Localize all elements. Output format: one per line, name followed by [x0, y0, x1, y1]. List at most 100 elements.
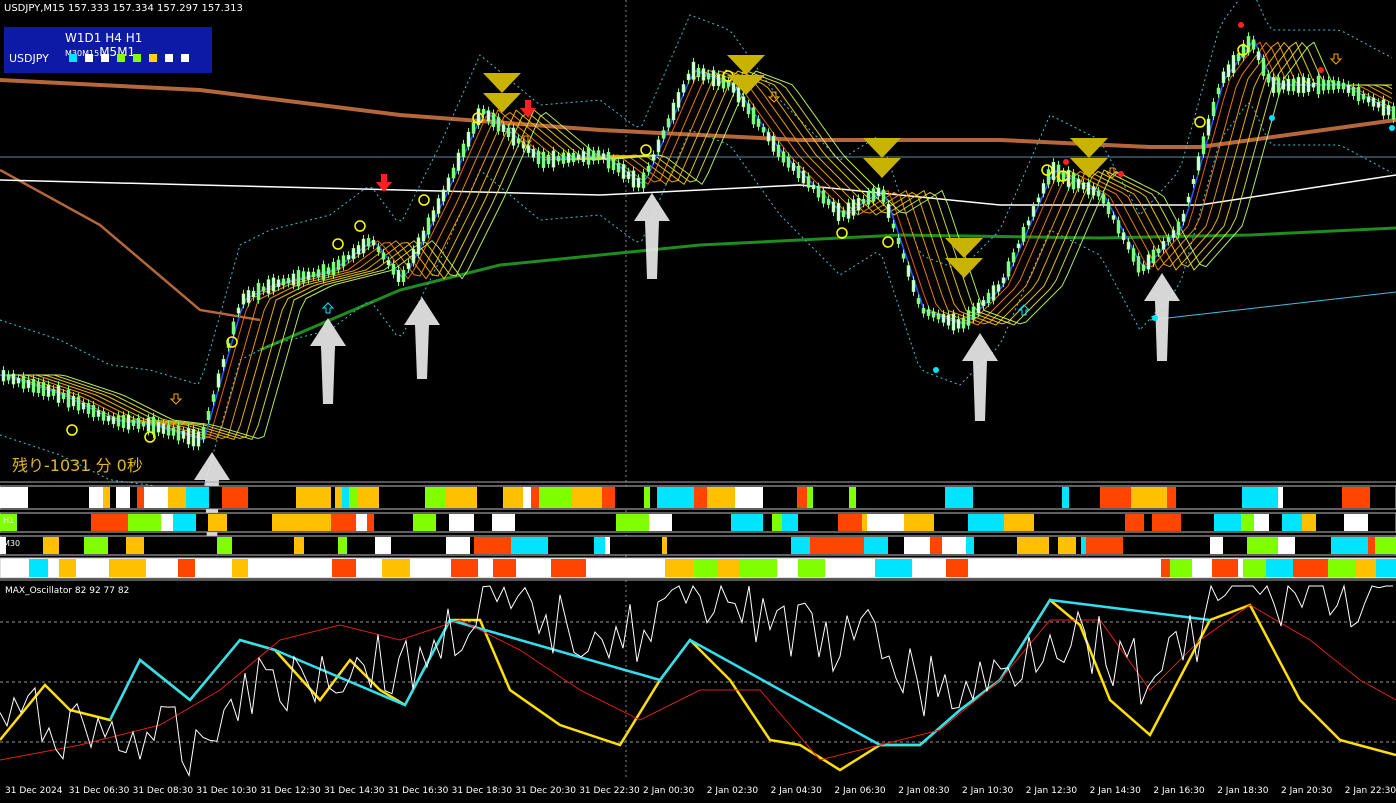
strip-segment	[1062, 487, 1069, 508]
strip-segment	[539, 487, 572, 508]
candle-body	[121, 415, 126, 428]
strip-segment	[92, 559, 109, 577]
candle-body	[806, 176, 811, 188]
candle-body	[411, 249, 416, 263]
time-axis-tick: 31 Dec 2024	[5, 786, 63, 796]
strip-segment	[1331, 537, 1368, 554]
candle-body	[1316, 75, 1321, 95]
strip-segment	[945, 487, 973, 508]
candle-body	[146, 417, 151, 432]
buy-arrow-icon	[404, 297, 440, 379]
candle-body	[161, 423, 166, 434]
candle-body	[506, 128, 511, 137]
time-axis-tick: 2 Jan 04:30	[770, 786, 822, 796]
candle-body	[1391, 106, 1396, 120]
candle-body	[166, 424, 171, 436]
candle-body	[1276, 77, 1281, 93]
candle-body	[1301, 76, 1306, 94]
strip-segment	[222, 487, 248, 508]
candle-body	[286, 277, 291, 284]
candle-body	[336, 259, 341, 270]
strip-segment	[1161, 559, 1170, 577]
strip-label-h4: H4	[3, 489, 15, 498]
candle-body	[971, 306, 976, 320]
strip-segment	[1254, 514, 1269, 531]
candle-body	[136, 417, 141, 429]
candle-body	[551, 150, 556, 168]
candle-body	[426, 217, 431, 235]
strip-segment	[349, 487, 357, 508]
candle-body	[181, 430, 186, 439]
candle-body	[591, 150, 596, 161]
timeframe-status-dot	[69, 54, 77, 62]
candle-body	[526, 145, 531, 154]
candle-body	[726, 81, 731, 87]
strip-segment	[810, 537, 833, 554]
candle-body	[1376, 102, 1381, 108]
candle-body	[796, 165, 801, 179]
candle-body	[16, 377, 21, 384]
candle-body	[106, 415, 111, 422]
candle-body	[451, 167, 456, 179]
candle-body	[711, 70, 716, 87]
candle-body	[911, 280, 916, 292]
strip-segment	[1344, 514, 1368, 531]
sell-diamond-top	[863, 138, 901, 158]
candle-body	[1206, 118, 1211, 136]
candle-body	[856, 198, 861, 211]
time-axis-tick: 31 Dec 08:30	[132, 786, 194, 796]
strip-segment	[1152, 514, 1181, 531]
oscillator-main-line	[0, 598, 1396, 772]
timeframe-status-dot	[117, 54, 125, 62]
candle-body	[1296, 77, 1301, 93]
candle-body	[841, 210, 846, 218]
candle-body	[821, 190, 826, 204]
time-axis-tick: 2 Jan 14:30	[1089, 786, 1141, 796]
strip-segment	[29, 559, 48, 577]
strip-segment	[797, 487, 807, 508]
candle-body	[41, 382, 46, 396]
candle-body	[471, 122, 476, 134]
candle-body	[1366, 96, 1371, 103]
strip-segment	[1368, 537, 1375, 554]
strip-segment	[446, 537, 470, 554]
candle-body	[1266, 73, 1271, 83]
tf-label-h4: H4	[105, 31, 122, 45]
candle-body	[296, 270, 301, 287]
strip-segment	[694, 559, 718, 577]
candle-body	[1336, 81, 1341, 89]
strip-segment	[1170, 559, 1183, 577]
strip-segment	[966, 537, 974, 554]
candle-body	[481, 109, 486, 115]
strip-segment	[296, 487, 331, 508]
strip-segment	[144, 487, 151, 508]
candle-body	[746, 103, 751, 115]
candle-body	[1, 369, 6, 382]
candle-body	[266, 279, 271, 294]
candle-body	[636, 177, 641, 188]
strip-segment	[91, 514, 128, 531]
strip-segment	[294, 537, 304, 554]
candle-body	[1096, 190, 1101, 197]
strip-label-h1: H1	[3, 516, 15, 525]
strip-segment	[1081, 537, 1086, 554]
candle-body	[301, 271, 306, 283]
candle-body	[1326, 80, 1331, 90]
time-axis-tick: 2 Jan 18:30	[1217, 786, 1269, 796]
candle-body	[1146, 254, 1151, 270]
price-chart[interactable]	[0, 0, 1396, 803]
candle-body	[356, 245, 361, 255]
strip-segment	[1017, 537, 1049, 554]
strip-segment	[449, 514, 474, 531]
candle-body	[1106, 202, 1111, 215]
strip-segment	[116, 487, 130, 508]
candle-body	[1191, 179, 1196, 184]
candle-body	[46, 384, 51, 397]
strip-segment	[964, 559, 968, 577]
candle-body	[76, 396, 81, 411]
candle-body	[656, 139, 661, 153]
strip-segment	[1278, 487, 1283, 508]
strip-segment	[867, 514, 904, 531]
candle-body	[1121, 232, 1126, 241]
candle-body	[1201, 136, 1206, 155]
